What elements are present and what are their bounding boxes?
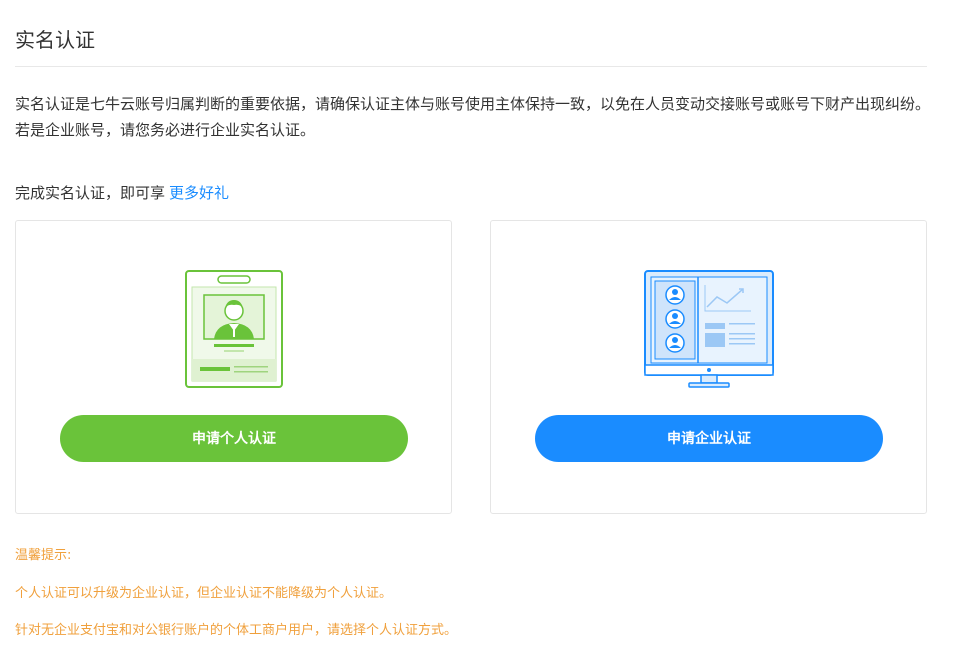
auth-description: 实名认证是七牛云账号归属判断的重要依据，请确保认证主体与账号使用主体保持一致，以…: [15, 95, 931, 139]
enterprise-monitor-icon: [491, 269, 926, 393]
personal-auth-card: 申请个人认证: [15, 220, 452, 514]
page-title: 实名认证: [15, 28, 95, 52]
tip-line: 个人认证可以升级为企业认证，但企业认证不能降级为个人认证。: [15, 586, 393, 601]
tips-heading: 温馨提示:: [15, 548, 72, 563]
gift-line: 完成实名认证，即可享 更多好礼: [15, 181, 229, 205]
id-card-icon: [16, 269, 451, 393]
title-divider: [15, 66, 927, 67]
apply-personal-auth-button[interactable]: 申请个人认证: [60, 415, 408, 462]
more-gifts-link[interactable]: 更多好礼: [169, 184, 229, 202]
apply-enterprise-auth-button[interactable]: 申请企业认证: [535, 415, 883, 462]
enterprise-auth-card: 申请企业认证: [490, 220, 927, 514]
real-name-auth-page: 实名认证 实名认证是七牛云账号归属判断的重要依据，请确保认证主体与账号使用主体保…: [0, 0, 970, 670]
tip-line: 针对无企业支付宝和对公银行账户的个体工商户用户，请选择个人认证方式。: [15, 623, 458, 638]
gift-text: 完成实名认证，即可享: [15, 184, 166, 202]
